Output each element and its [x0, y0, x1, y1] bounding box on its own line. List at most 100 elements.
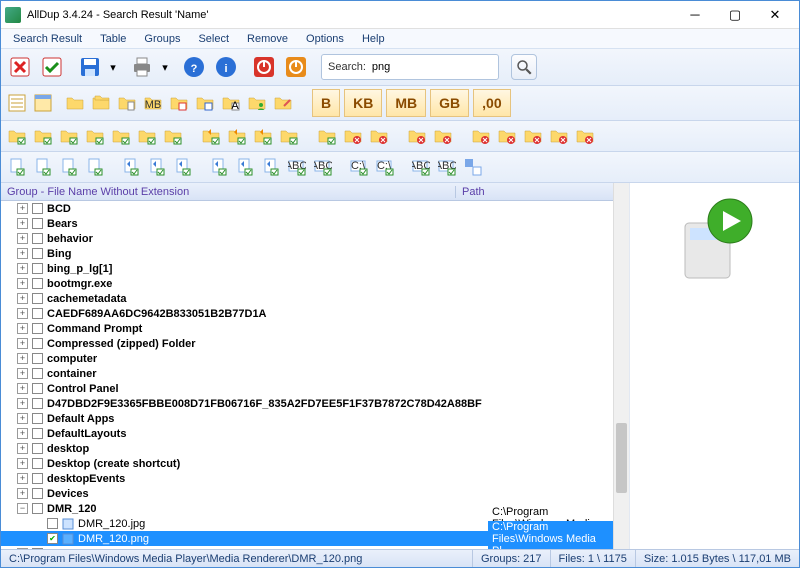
folder-action-6[interactable] [161, 124, 185, 148]
folder-del-4[interactable] [469, 124, 493, 148]
tree-group[interactable]: +behavior [1, 231, 613, 246]
save-button[interactable] [75, 52, 105, 82]
expand-icon[interactable]: + [17, 398, 28, 409]
checkbox[interactable] [32, 503, 43, 514]
tree-group[interactable]: +Devices [1, 486, 613, 501]
expand-icon[interactable]: + [17, 458, 28, 469]
expand-icon[interactable]: + [17, 263, 28, 274]
results-tree[interactable]: +BCD+Bears+behavior+Bing+bing_p_lg[1]+bo… [1, 201, 613, 549]
file-action-1[interactable] [31, 155, 55, 179]
checkbox[interactable] [32, 293, 43, 304]
checkbox[interactable] [32, 233, 43, 244]
expand-icon[interactable]: + [17, 293, 28, 304]
delete-button[interactable] [5, 52, 35, 82]
tree-group[interactable]: +Bears [1, 216, 613, 231]
folder-del-8[interactable] [573, 124, 597, 148]
folder-action-3[interactable] [83, 124, 107, 148]
folder-del-5[interactable] [495, 124, 519, 148]
checkbox[interactable] [32, 218, 43, 229]
search-go-button[interactable] [511, 54, 537, 80]
col-path[interactable]: Path [456, 186, 613, 198]
folder-user-icon[interactable] [245, 91, 269, 115]
view-list-icon[interactable] [5, 91, 29, 115]
info-button[interactable]: i [211, 52, 241, 82]
delete-checked-button[interactable] [37, 52, 67, 82]
folder-action-1[interactable] [31, 124, 55, 148]
close-button[interactable]: ✕ [755, 3, 795, 27]
folder-del-2[interactable] [405, 124, 429, 148]
expand-icon[interactable]: + [17, 428, 28, 439]
menu-select[interactable]: Select [190, 31, 237, 47]
tree-group[interactable]: +desktopEvents [1, 471, 613, 486]
folder-action-10[interactable] [277, 124, 301, 148]
checkbox[interactable] [32, 263, 43, 274]
maximize-button[interactable]: ▢ [715, 3, 755, 27]
folder-a-icon[interactable]: A [219, 91, 243, 115]
folder-del-7[interactable] [547, 124, 571, 148]
power-red-button[interactable] [249, 52, 279, 82]
file-action-8[interactable] [233, 155, 257, 179]
folder-mb-icon[interactable]: MB [141, 91, 165, 115]
menu-help[interactable]: Help [354, 31, 393, 47]
checkbox[interactable] [32, 443, 43, 454]
tree-group[interactable]: +BCD [1, 201, 613, 216]
checkbox[interactable] [32, 473, 43, 484]
expand-icon[interactable]: + [17, 338, 28, 349]
unit-b-button[interactable]: B [312, 89, 340, 117]
sort-3[interactable]: C:\ [373, 155, 397, 179]
file-action-2[interactable] [57, 155, 81, 179]
folder-action-4[interactable] [109, 124, 133, 148]
expand-icon[interactable]: + [17, 218, 28, 229]
sort-1[interactable]: ABC [311, 155, 335, 179]
expand-icon[interactable]: + [17, 368, 28, 379]
collapse-icon[interactable]: − [17, 503, 28, 514]
checkbox[interactable] [32, 203, 43, 214]
sort-0[interactable]: ABC [285, 155, 309, 179]
file-action-4[interactable] [119, 155, 143, 179]
folder-action-2[interactable] [57, 124, 81, 148]
checkbox[interactable] [32, 383, 43, 394]
expand-icon[interactable]: + [17, 443, 28, 454]
checkbox[interactable] [47, 518, 58, 529]
tree-group[interactable]: +container [1, 366, 613, 381]
folder-icon[interactable] [63, 91, 87, 115]
tree-group[interactable]: +CAEDF689AA6DC9642B833051B2B77D1A [1, 306, 613, 321]
menu-table[interactable]: Table [92, 31, 134, 47]
folder-action-11[interactable] [315, 124, 339, 148]
checkbox[interactable] [32, 398, 43, 409]
folder-grid-icon[interactable] [193, 91, 217, 115]
tree-group[interactable]: +Compressed (zipped) Folder [1, 336, 613, 351]
tree-group[interactable]: +Bing [1, 246, 613, 261]
folder-del-0[interactable] [341, 124, 365, 148]
unit-mb-button[interactable]: MB [386, 89, 426, 117]
tree-group[interactable]: +cachemetadata [1, 291, 613, 306]
invert-selection[interactable] [461, 155, 485, 179]
vertical-scrollbar[interactable] [613, 183, 629, 549]
expand-icon[interactable]: + [17, 488, 28, 499]
folder-del-3[interactable] [431, 124, 455, 148]
checkbox[interactable] [32, 338, 43, 349]
expand-icon[interactable]: + [17, 203, 28, 214]
expand-icon[interactable]: + [17, 278, 28, 289]
power-orange-button[interactable] [281, 52, 311, 82]
checkbox[interactable] [32, 428, 43, 439]
expand-icon[interactable]: + [17, 323, 28, 334]
save-dropdown[interactable]: ▾ [107, 55, 119, 79]
folder-cal-icon[interactable] [167, 91, 191, 115]
checkbox[interactable] [32, 368, 43, 379]
tree-group[interactable]: +bootmgr.exe [1, 276, 613, 291]
folder-del-6[interactable] [521, 124, 545, 148]
checkbox[interactable] [32, 353, 43, 364]
file-action-6[interactable] [171, 155, 195, 179]
sort-4[interactable]: ABC [409, 155, 433, 179]
checkbox[interactable] [32, 488, 43, 499]
tree-group[interactable]: +Desktop (create shortcut) [1, 456, 613, 471]
expand-icon[interactable]: + [17, 383, 28, 394]
menu-options[interactable]: Options [298, 31, 352, 47]
minimize-button[interactable]: ─ [675, 3, 715, 27]
tree-group[interactable]: +desktop [1, 441, 613, 456]
tree-group[interactable]: +D47DBD2F9E3365FBBE008D71FB06716F_835A2F… [1, 396, 613, 411]
print-button[interactable] [127, 52, 157, 82]
tree-group[interactable]: +Default Apps [1, 411, 613, 426]
checkbox[interactable] [32, 248, 43, 259]
